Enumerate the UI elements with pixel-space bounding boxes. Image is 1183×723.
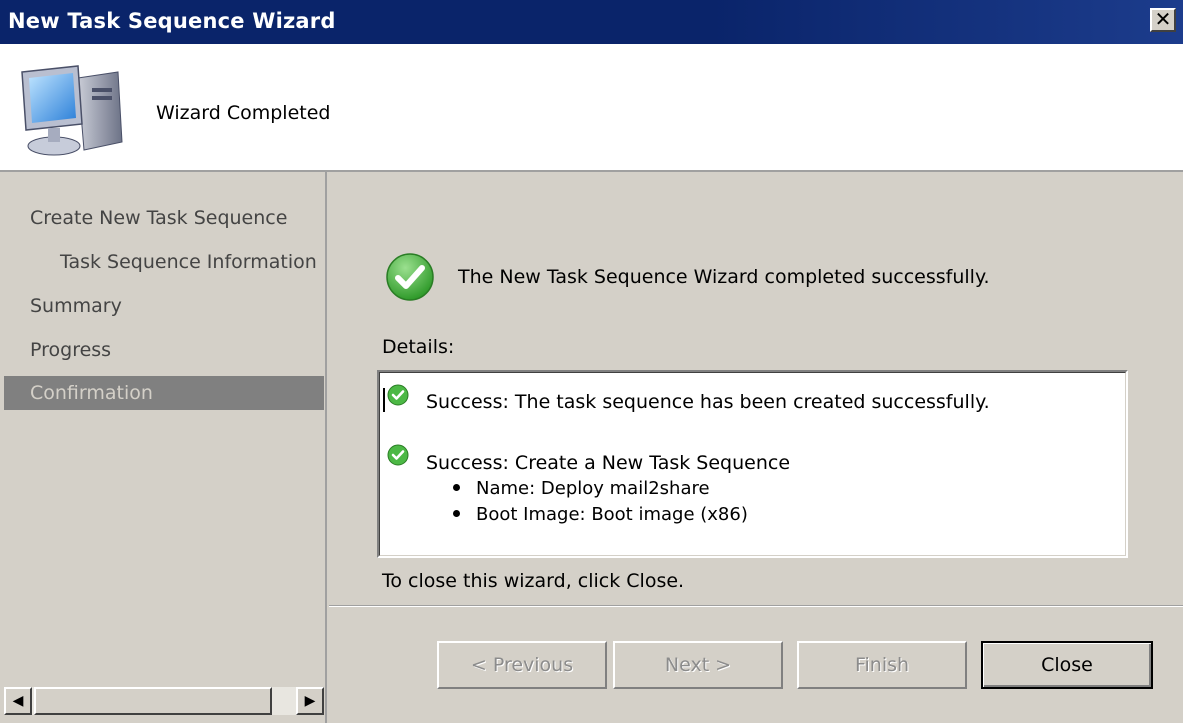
detail-line-2: Success: Create a New Task Sequence [426, 452, 791, 474]
success-check-icon [387, 384, 409, 406]
success-check-icon [387, 444, 409, 466]
nav-item-create-new-task-sequence[interactable]: Create New Task Sequence [0, 201, 354, 235]
details-label: Details: [382, 336, 455, 358]
previous-button[interactable]: < Previous [437, 641, 607, 689]
detail-bullet-boot-image: Boot Image: Boot image (x86) [453, 504, 748, 525]
next-button[interactable]: Next > [613, 641, 783, 689]
completion-message: The New Task Sequence Wizard completed s… [458, 266, 990, 288]
nav-item-progress[interactable]: Progress [0, 333, 354, 367]
computer-icon [21, 65, 123, 156]
nav-divider [325, 172, 327, 723]
page-title: Wizard Completed [156, 102, 331, 124]
button-bar-divider [329, 605, 1183, 607]
scroll-left-icon[interactable]: ◀ [4, 687, 32, 715]
close-window-button[interactable]: ✕ [1150, 8, 1176, 32]
wizard-window: New Task Sequence Wizard ✕ Wizard Comple… [0, 0, 1183, 723]
nav-item-summary[interactable]: Summary [0, 289, 354, 323]
bullet-icon [453, 483, 460, 491]
wizard-header: Wizard Completed [0, 44, 1183, 172]
bullet-text: Boot Image: Boot image (x86) [476, 504, 748, 525]
nav-item-confirmation[interactable]: Confirmation [4, 376, 324, 410]
success-check-icon [386, 253, 434, 301]
scroll-right-icon[interactable]: ▶ [296, 687, 324, 715]
bullet-icon [453, 509, 460, 517]
close-button[interactable]: Close [981, 641, 1153, 689]
detail-line-1: Success: The task sequence has been crea… [426, 391, 990, 413]
detail-bullet-name: Name: Deploy mail2share [453, 478, 710, 499]
nav-horizontal-scrollbar[interactable]: ◀ ▶ [4, 687, 324, 715]
window-title: New Task Sequence Wizard [8, 9, 336, 33]
finish-button[interactable]: Finish [797, 641, 967, 689]
close-hint-text: To close this wizard, click Close. [382, 570, 685, 592]
title-bar[interactable]: New Task Sequence Wizard ✕ [0, 0, 1183, 44]
text-caret [383, 388, 385, 412]
scroll-thumb[interactable] [34, 687, 272, 715]
bullet-text: Name: Deploy mail2share [476, 478, 710, 499]
wizard-steps-nav: Create New Task Sequence Task Sequence I… [0, 172, 327, 723]
